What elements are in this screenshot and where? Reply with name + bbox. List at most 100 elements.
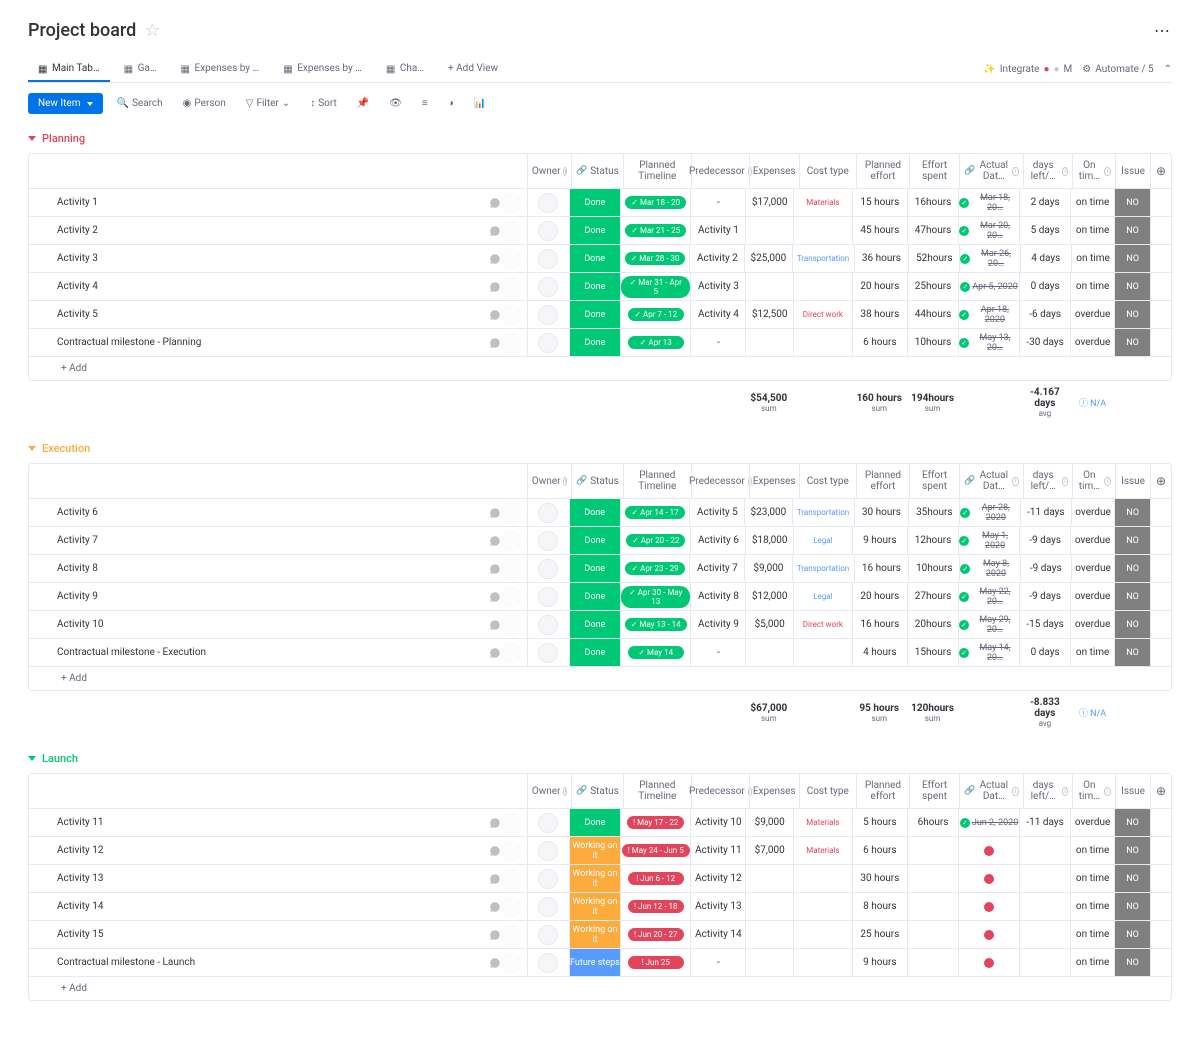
costtype-cell[interactable]: Materials <box>793 809 852 836</box>
automate-button[interactable]: ⚙ Automate / 5 <box>1082 64 1153 75</box>
predecessor-cell[interactable]: Activity 4 <box>690 301 745 328</box>
costtype-cell[interactable] <box>793 217 852 244</box>
item-name-cell[interactable]: Activity 1 <box>29 189 527 216</box>
status-cell[interactable]: Working on it <box>569 921 620 948</box>
table-row[interactable]: Activity 2Done✓ Mar 21 - 25Activity 145 … <box>29 217 1171 245</box>
actual-date-cell[interactable]: ✓Mar 20, 20… <box>958 217 1019 244</box>
days-left-cell[interactable]: -6 days <box>1019 301 1070 328</box>
owner-cell[interactable] <box>527 329 569 356</box>
table-row[interactable]: Activity 12Working on it! May 24 - Jun 5… <box>29 837 1171 865</box>
planned-effort-cell[interactable]: 15 hours <box>852 189 907 216</box>
item-name-cell[interactable]: Activity 15 <box>29 921 527 948</box>
issue-cell[interactable]: NO <box>1114 865 1150 892</box>
planned-effort-cell[interactable]: 6 hours <box>852 837 907 864</box>
costtype-cell[interactable]: Legal <box>793 527 852 554</box>
expenses-cell[interactable] <box>745 893 793 920</box>
add-item-button[interactable]: + Add <box>29 977 1171 1000</box>
column-header[interactable]: Expenses <box>749 464 799 498</box>
status-cell[interactable]: Done <box>569 189 620 216</box>
item-name-cell[interactable]: Activity 13 <box>29 865 527 892</box>
planned-effort-cell[interactable]: 20 hours <box>852 273 907 300</box>
status-cell[interactable]: Done <box>569 273 620 300</box>
owner-cell[interactable] <box>527 527 569 554</box>
effort-spent-cell[interactable] <box>907 837 958 864</box>
effort-spent-cell[interactable] <box>907 865 958 892</box>
planned-effort-cell[interactable]: 20 hours <box>852 583 907 610</box>
ontime-cell[interactable]: on time <box>1070 273 1114 300</box>
effort-spent-cell[interactable]: 12hours <box>907 527 958 554</box>
item-name-cell[interactable]: Activity 11 <box>29 809 527 836</box>
comment-icon[interactable] <box>489 901 501 913</box>
column-header[interactable]: Effort spent <box>909 154 959 188</box>
actual-date-cell[interactable]: ✓Apr 28, 2020 <box>959 499 1019 526</box>
predecessor-cell[interactable]: Activity 14 <box>690 921 745 948</box>
column-header[interactable]: Cost type <box>799 774 856 808</box>
column-header[interactable]: Owner i <box>527 774 571 808</box>
owner-cell[interactable] <box>527 893 569 920</box>
table-row[interactable]: Activity 15Working on it! Jun 20 - 27Act… <box>29 921 1171 949</box>
status-cell[interactable]: Done <box>569 809 620 836</box>
effort-spent-cell[interactable]: 16hours <box>907 189 958 216</box>
column-header[interactable]: ⊕ <box>1150 774 1171 808</box>
more-menu-icon[interactable]: ⋯ <box>1154 21 1172 40</box>
effort-spent-cell[interactable]: 52hours <box>908 245 959 272</box>
predecessor-cell[interactable]: Activity 13 <box>690 893 745 920</box>
predecessor-cell[interactable]: Activity 12 <box>690 865 745 892</box>
effort-spent-cell[interactable]: 25hours <box>907 273 958 300</box>
status-cell[interactable]: Done <box>569 611 620 638</box>
column-header[interactable]: On tim… i <box>1072 464 1115 498</box>
item-name-cell[interactable]: Contractual milestone - Execution <box>29 639 527 666</box>
effort-spent-cell[interactable] <box>907 949 958 976</box>
item-name-cell[interactable]: Activity 4 <box>29 273 527 300</box>
planned-effort-cell[interactable]: 30 hours <box>852 865 907 892</box>
issue-cell[interactable]: NO <box>1114 217 1150 244</box>
timeline-cell[interactable]: ✓ Apr 20 - 22 <box>620 527 690 554</box>
ontime-cell[interactable]: on time <box>1070 865 1114 892</box>
status-cell[interactable]: Working on it <box>569 837 620 864</box>
predecessor-cell[interactable]: Activity 1 <box>690 217 745 244</box>
timeline-cell[interactable]: ! Jun 12 - 18 <box>620 893 690 920</box>
days-left-cell[interactable]: -11 days <box>1019 809 1070 836</box>
owner-cell[interactable] <box>527 611 569 638</box>
timeline-cell[interactable]: ! May 24 - Jun 5 <box>620 837 690 864</box>
item-name-cell[interactable]: Activity 8 <box>29 555 527 582</box>
sort-button[interactable]: ↕ Sort <box>304 94 343 113</box>
planned-effort-cell[interactable]: 6 hours <box>852 329 907 356</box>
expenses-cell[interactable]: $25,000 <box>744 245 791 272</box>
expenses-cell[interactable]: $17,000 <box>745 189 793 216</box>
days-left-cell[interactable]: 4 days <box>1020 245 1071 272</box>
item-name-cell[interactable]: Activity 7 <box>29 527 527 554</box>
column-header[interactable]: Planned effort <box>856 154 909 188</box>
group-title[interactable]: Execution <box>28 438 90 459</box>
table-row[interactable]: Activity 5Done✓ Apr 7 - 12Activity 4$12,… <box>29 301 1171 329</box>
owner-cell[interactable] <box>527 499 569 526</box>
issue-cell[interactable]: NO <box>1114 329 1150 356</box>
effort-spent-cell[interactable]: 47hours <box>907 217 958 244</box>
status-cell[interactable]: Done <box>569 555 620 582</box>
table-row[interactable]: Activity 11Done! May 17 - 22Activity 10$… <box>29 809 1171 837</box>
table-row[interactable]: Activity 8Done✓ Apr 23 - 29Activity 7$9,… <box>29 555 1171 583</box>
new-item-button[interactable]: New Item <box>28 93 103 114</box>
predecessor-cell[interactable]: Activity 8 <box>690 583 745 610</box>
planned-effort-cell[interactable]: 38 hours <box>852 301 907 328</box>
timeline-cell[interactable]: ! Jun 25 <box>620 949 690 976</box>
planned-effort-cell[interactable]: 16 hours <box>854 555 909 582</box>
ontime-cell[interactable]: on time <box>1070 949 1114 976</box>
issue-cell[interactable]: NO <box>1114 301 1150 328</box>
predecessor-cell[interactable]: Activity 7 <box>689 555 744 582</box>
filter-button[interactable]: ▽ Filter ⌄ <box>240 94 296 113</box>
item-name-cell[interactable]: Contractual milestone - Launch <box>29 949 527 976</box>
ontime-cell[interactable]: overdue <box>1070 583 1114 610</box>
column-header[interactable]: Predecessor i <box>691 464 749 498</box>
comment-icon[interactable] <box>489 281 501 293</box>
comment-icon[interactable] <box>489 507 501 519</box>
column-header[interactable]: Planned effort <box>856 774 909 808</box>
column-header[interactable]: ⊕ <box>1150 464 1171 498</box>
actual-date-cell[interactable]: ✓May 22, 20… <box>958 583 1019 610</box>
column-header[interactable]: days left/… i <box>1023 774 1073 808</box>
table-row[interactable]: Activity 10Done✓ May 13 - 14Activity 9$5… <box>29 611 1171 639</box>
comment-icon[interactable] <box>489 957 501 969</box>
days-left-cell[interactable] <box>1019 921 1070 948</box>
owner-cell[interactable] <box>527 189 569 216</box>
costtype-cell[interactable]: Direct work <box>793 611 852 638</box>
